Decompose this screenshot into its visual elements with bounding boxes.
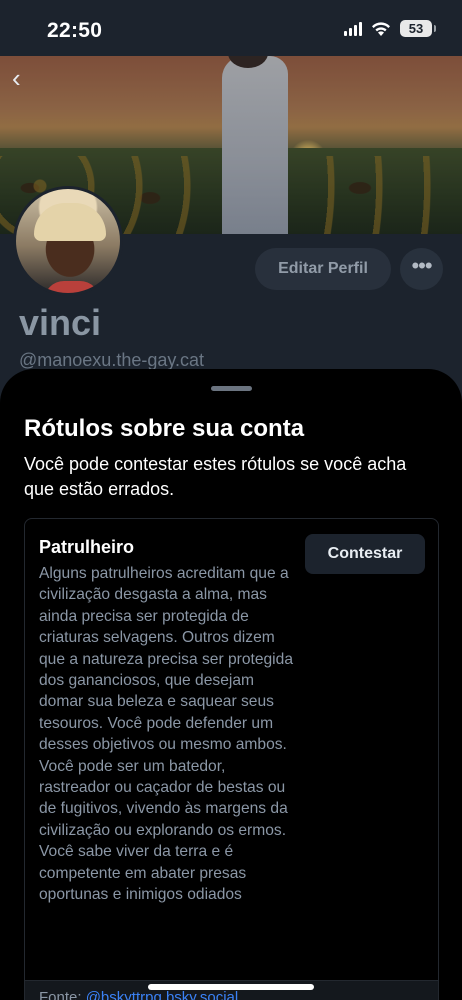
labels-bottom-sheet: Rótulos sobre sua conta Você pode contes… (0, 369, 462, 1000)
edit-profile-button[interactable]: Editar Perfil (255, 248, 391, 290)
label-card: Patrulheiro Contestar Alguns patrulheiro… (24, 518, 439, 1000)
more-options-button[interactable]: ••• (400, 248, 443, 290)
sheet-grabber[interactable] (211, 386, 252, 391)
status-bar: 22:50 53 (0, 0, 462, 56)
label-name: Patrulheiro (39, 537, 135, 557)
avatar[interactable] (13, 186, 123, 296)
status-icons: 53 (344, 20, 436, 37)
status-time: 22:50 (47, 19, 103, 42)
chevron-left-icon[interactable]: ‹ (12, 64, 34, 92)
cellular-signal-icon (344, 21, 362, 36)
source-prefix: Fonte: (39, 989, 86, 1000)
wifi-icon (372, 21, 390, 36)
battery-icon: 53 (400, 20, 436, 37)
contest-button[interactable]: Contestar (305, 534, 425, 574)
home-indicator[interactable] (148, 984, 314, 990)
sheet-description: Você pode contestar estes rótulos se voc… (24, 454, 407, 499)
source-link[interactable]: @bskyttrpg.bsky.social (86, 989, 239, 1000)
label-description: Alguns patrulheiros acreditam que a civi… (39, 565, 293, 904)
profile-display-name: vinci (19, 302, 102, 343)
label-source: Fonte: @bskyttrpg.bsky.social (39, 989, 238, 1000)
label-source-footer: Fonte: @bskyttrpg.bsky.social (25, 980, 438, 1000)
sheet-title: Rótulos sobre sua conta (24, 415, 305, 442)
profile-handle: @manoexu.the-gay.cat (19, 350, 205, 370)
